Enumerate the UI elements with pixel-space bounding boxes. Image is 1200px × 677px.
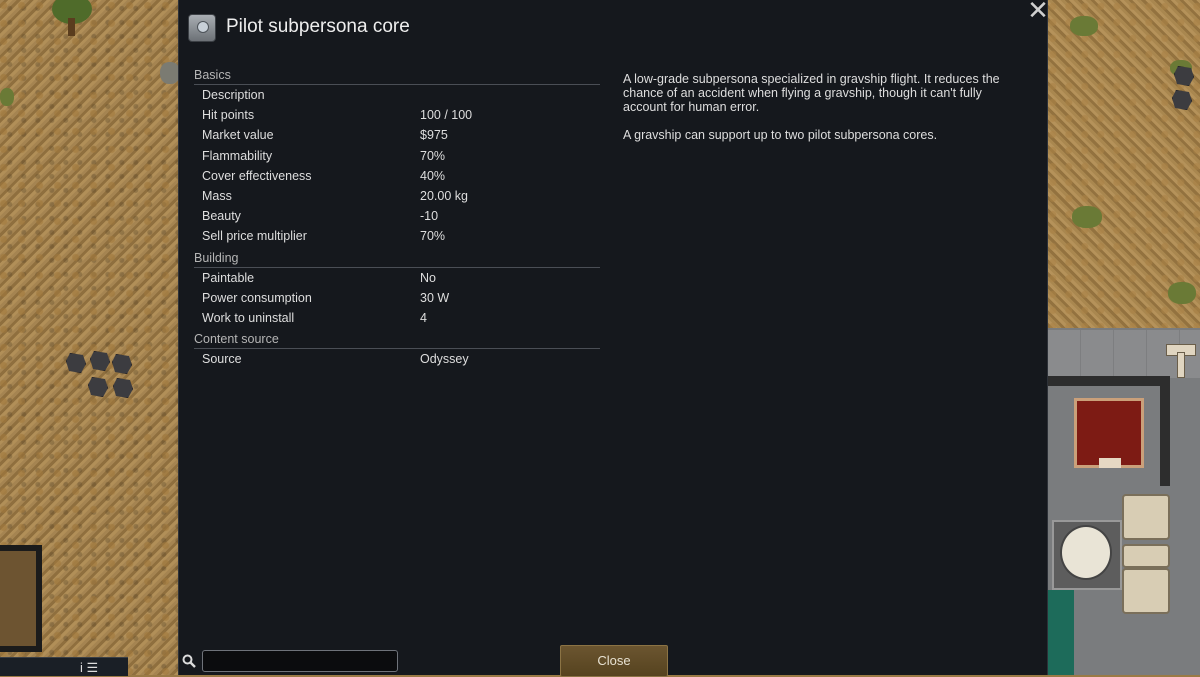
stat-row-market-value[interactable]: Market value $975 (194, 125, 600, 145)
teal-floor (1048, 590, 1074, 675)
stat-value: Odyssey (420, 352, 469, 367)
tree-trunk (68, 18, 75, 36)
stat-row-flammability[interactable]: Flammability 70% (194, 146, 600, 166)
stat-row-beauty[interactable]: Beauty -10 (194, 206, 600, 226)
stat-value: 40% (420, 168, 446, 183)
stat-label: Paintable (202, 270, 255, 285)
section-header-basics: Basics (194, 67, 600, 85)
hud-corner[interactable]: i ☰ (0, 657, 128, 676)
stat-row-mass[interactable]: Mass 20.00 kg (194, 186, 600, 206)
stat-label: Market value (202, 128, 274, 143)
wall-segment (0, 545, 42, 652)
base-wall (1048, 376, 1170, 386)
bush (1168, 282, 1196, 304)
stat-value: 100 / 100 (420, 108, 473, 123)
description-panel: A low-grade subpersona specialized in gr… (623, 72, 1013, 156)
stat-label: Description (202, 88, 265, 102)
stat-row-source[interactable]: Source Odyssey (194, 349, 600, 369)
stat-label: Work to uninstall (202, 310, 295, 325)
stat-label: Power consumption (202, 290, 312, 305)
stat-value: $975 (420, 128, 448, 143)
close-x-icon[interactable]: ✕ (1026, 0, 1050, 23)
stat-label: Cover effectiveness (202, 168, 312, 183)
close-button[interactable]: Close (560, 645, 668, 677)
search-input[interactable] (202, 650, 398, 672)
stat-row-description[interactable]: Description (194, 85, 600, 105)
stat-label: Source (202, 352, 242, 367)
stat-label: Flammability (202, 148, 273, 163)
lamp-post (1177, 352, 1185, 378)
section-header-content-source: Content source (194, 331, 600, 350)
stat-value: 4 (420, 310, 427, 325)
section-header-building: Building (194, 250, 600, 268)
stat-label: Mass (202, 188, 232, 203)
bush (0, 88, 14, 106)
stat-label: Beauty (202, 209, 241, 224)
rock-chunk (160, 62, 180, 84)
stat-label: Sell price multiplier (202, 229, 307, 244)
bed-pillow (1099, 458, 1121, 468)
bush (1072, 206, 1102, 228)
stat-value: 20.00 kg (420, 188, 468, 203)
description-text: A low-grade subpersona specialized in gr… (623, 72, 1000, 114)
subpersona-core-icon (188, 14, 216, 42)
stat-value: No (420, 270, 436, 285)
description-text: A gravship can support up to two pilot s… (623, 128, 938, 142)
bush (1070, 16, 1098, 36)
stat-value: 70% (420, 229, 446, 244)
stat-row-sell-price-multiplier[interactable]: Sell price multiplier 70% (194, 226, 600, 246)
dialog-title: Pilot subpersona core (226, 16, 410, 37)
hud-icons: i ☰ (80, 660, 99, 675)
stat-row-power-consumption[interactable]: Power consumption 30 W (194, 288, 600, 308)
crate (1122, 568, 1170, 614)
base-wall (1160, 376, 1170, 486)
crate (1122, 494, 1170, 540)
stat-row-work-to-uninstall[interactable]: Work to uninstall 4 (194, 308, 600, 328)
crate (1122, 544, 1170, 568)
pod-dome (1060, 525, 1112, 580)
stat-row-cover-effectiveness[interactable]: Cover effectiveness 40% (194, 166, 600, 186)
stat-value: -10 (420, 209, 439, 224)
stat-value: 30 W (420, 290, 450, 305)
stat-row-hit-points[interactable]: Hit points 100 / 100 (194, 105, 600, 125)
stats-list: Basics Description Hit points 100 / 100 … (194, 64, 600, 369)
search-icon (182, 654, 196, 668)
stat-label: Hit points (202, 108, 255, 123)
stat-value: 70% (420, 148, 446, 163)
stat-row-paintable[interactable]: Paintable No (194, 268, 600, 288)
